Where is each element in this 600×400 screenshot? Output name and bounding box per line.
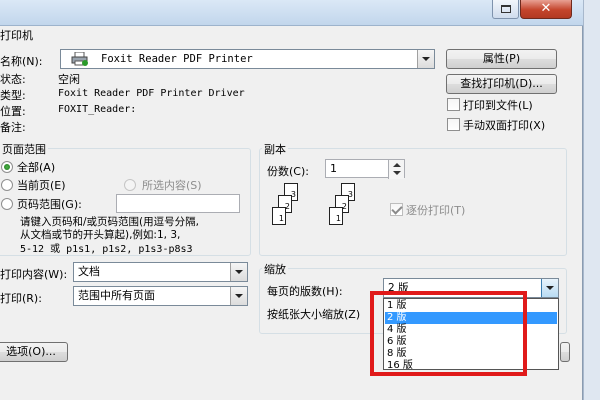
collate-page-1: 1 [272,207,286,225]
close-icon: ✕ [540,1,552,16]
chevron-down-icon [230,263,247,281]
comment-label: 备注: [0,121,26,134]
pages-per-sheet-option[interactable]: 1 版 [385,300,557,312]
print-range-value: 范围中所有页面 [78,289,155,302]
collate-label: 逐份打印(T) [406,204,466,217]
chevron-down-icon [541,279,558,297]
printer-group-title: 打印机 [0,29,33,42]
page-numbers-input[interactable] [116,194,240,213]
location-label: 位置: [0,105,26,118]
printer-name-label: 名称(N): [0,55,43,68]
pages-per-sheet-label: 每页的版数(H): [267,285,343,298]
manual-duplex-checkbox[interactable] [447,118,460,131]
copies-title: 副本 [262,141,288,157]
maximize-icon [501,5,511,13]
page-range-help-3: 5-12 或 p1s1, p1s2, p1s3-p8s3 [20,244,193,255]
find-printer-button[interactable]: 查找打印机(D)... [446,74,557,94]
chevron-down-icon [417,50,434,68]
scale-label: 按纸张大小缩放(Z) [267,308,361,321]
close-button[interactable]: ✕ [520,0,572,19]
copies-count-value: 1 [330,162,337,175]
page-range-title: 页面范围 [0,141,48,157]
pages-per-sheet-dropdown: 1 版 2 版 4 版 6 版 8 版 16 版 [383,298,559,372]
current-page-label: 当前页(E) [17,179,66,192]
printer-name-select[interactable]: Foxit Reader PDF Printer [60,49,435,69]
copies-count-label: 份数(C): [267,165,309,178]
window-border [583,0,600,400]
location-value: FOXIT_Reader: [58,104,137,115]
print-range-label: 打印(R): [0,292,42,305]
print-to-file-label: 打印到文件(L) [463,99,533,112]
pages-per-sheet-option[interactable]: 8 版 [385,348,557,360]
printer-icon [71,52,88,66]
cancel-button-edge[interactable] [560,342,570,362]
printer-name-value: Foxit Reader PDF Printer [101,53,253,65]
copies-spinner[interactable] [388,160,404,179]
pages-per-sheet-option[interactable]: 6 版 [385,336,557,348]
print-range-select[interactable]: 范围中所有页面 [73,286,248,306]
selection-radio[interactable] [124,179,136,191]
options-button[interactable]: 选项(O)... [0,342,68,362]
selection-label: 所选内容(S) [142,179,202,192]
print-to-file-checkbox[interactable] [447,98,460,111]
chevron-down-icon [230,287,247,305]
pages-per-sheet-value: 2 版 [388,282,409,294]
pages-per-sheet-option[interactable]: 4 版 [385,324,557,336]
manual-duplex-label: 手动双面打印(X) [463,119,546,132]
page-numbers-radio[interactable] [1,198,13,210]
print-what-value: 文档 [78,265,100,278]
status-label: 状态: [0,73,26,86]
collate-checkbox[interactable] [390,203,403,216]
pages-per-sheet-select[interactable]: 2 版 [383,278,559,298]
pages-per-sheet-option[interactable]: 16 版 [385,360,557,372]
pages-per-sheet-option-selected[interactable]: 2 版 [385,312,557,324]
page-numbers-label: 页码范围(G): [17,198,82,211]
print-what-select[interactable]: 文档 [73,262,248,282]
maximize-button[interactable] [492,0,519,19]
zoom-title: 缩放 [262,261,288,277]
status-value: 空闲 [58,73,80,86]
properties-button[interactable]: 属性(P) [446,49,557,69]
type-label: 类型: [0,89,26,102]
current-page-radio[interactable] [1,179,13,191]
type-value: Foxit Reader PDF Printer Driver [58,88,245,99]
all-pages-label: 全部(A) [17,161,56,174]
collate-page-1: 1 [329,207,343,225]
all-pages-radio[interactable] [1,161,13,173]
copies-count-input[interactable]: 1 [325,159,405,179]
print-what-label: 打印内容(W): [0,268,68,281]
